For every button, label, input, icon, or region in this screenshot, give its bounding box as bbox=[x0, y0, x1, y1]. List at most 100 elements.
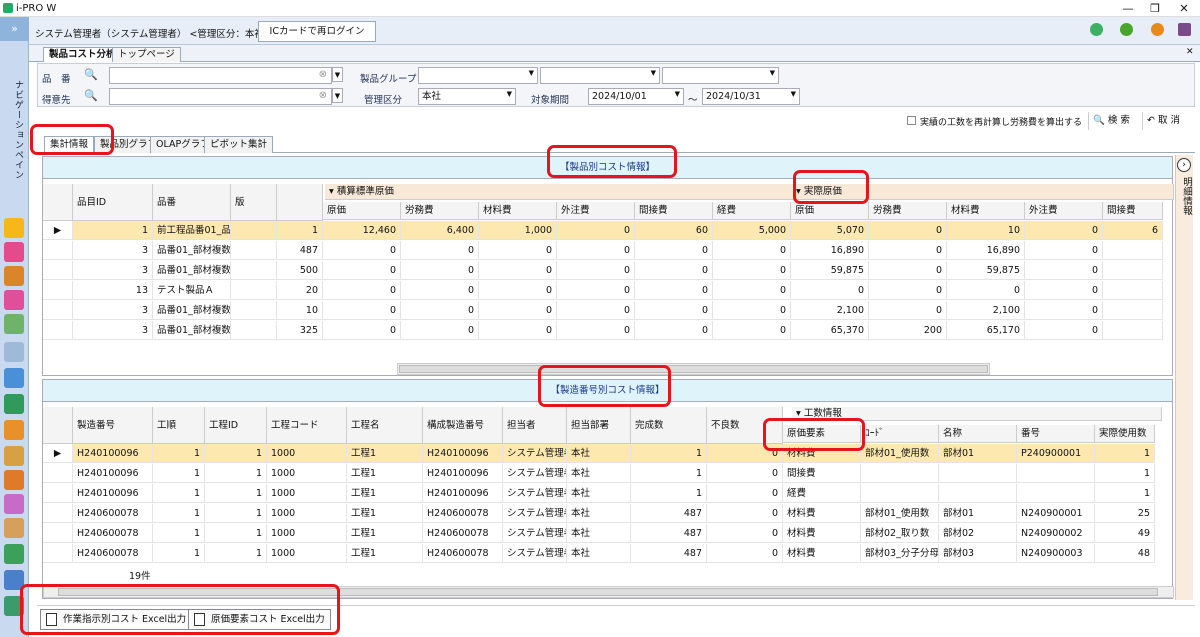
table-cell[interactable]: 0 bbox=[323, 321, 401, 340]
product-group-select-2[interactable]: ▼ bbox=[540, 67, 660, 84]
recalc-checkbox[interactable] bbox=[907, 116, 916, 125]
table-cell[interactable]: H240100096 bbox=[423, 464, 503, 483]
table-cell[interactable]: H240100096 bbox=[73, 484, 153, 503]
table-cell[interactable]: 0 bbox=[707, 544, 783, 563]
table-cell[interactable]: 0 bbox=[323, 241, 401, 260]
column-header[interactable]: 労務費 bbox=[401, 202, 479, 220]
info-icon[interactable] bbox=[1151, 23, 1164, 36]
table-cell[interactable]: 1000 bbox=[267, 524, 347, 543]
table-cell[interactable]: 0 bbox=[401, 261, 479, 280]
table-cell[interactable]: 部材01_使用数 bbox=[861, 504, 939, 523]
table-cell[interactable]: 20 bbox=[277, 281, 323, 300]
table-cell[interactable]: 65,370 bbox=[791, 321, 869, 340]
tab-pivot[interactable]: ピボット集計 bbox=[204, 136, 274, 153]
table-cell[interactable]: 0 bbox=[713, 261, 791, 280]
row-indicator[interactable] bbox=[43, 544, 73, 563]
row-indicator[interactable]: ▶ bbox=[43, 221, 73, 240]
table-cell[interactable]: 6,400 bbox=[401, 221, 479, 240]
column-header[interactable]: 製造番号 bbox=[73, 407, 153, 444]
table-cell[interactable]: 0 bbox=[707, 464, 783, 483]
table-cell[interactable] bbox=[1103, 301, 1163, 320]
home-icon[interactable] bbox=[4, 394, 24, 414]
clear-icon[interactable]: ⊗ bbox=[319, 69, 327, 80]
table-cell[interactable]: H240600078 bbox=[73, 524, 153, 543]
table-cell[interactable]: 0 bbox=[869, 241, 947, 260]
table-cell[interactable]: 0 bbox=[713, 301, 791, 320]
table-cell[interactable]: 1 bbox=[631, 484, 707, 503]
row-indicator[interactable] bbox=[43, 281, 73, 300]
table-cell[interactable]: 1 bbox=[205, 504, 267, 523]
table-cell[interactable]: 59,875 bbox=[947, 261, 1025, 280]
column-header[interactable]: 外注費 bbox=[1025, 202, 1103, 220]
row-indicator[interactable] bbox=[43, 301, 73, 320]
table-cell[interactable]: 1000 bbox=[267, 484, 347, 503]
table-cell[interactable]: 工程1 bbox=[347, 504, 423, 523]
box-icon[interactable] bbox=[4, 470, 24, 490]
table-cell[interactable]: 1 bbox=[153, 484, 205, 503]
table-cell[interactable]: 0 bbox=[635, 301, 713, 320]
table-cell[interactable]: 材料費 bbox=[783, 544, 861, 563]
serial-cost-grid[interactable]: ▾ 工数情報 製造番号 工順 工程ID 工程コード 工程名 構成製造番号 担当者 担当部署 完成… bbox=[43, 402, 1174, 582]
table-cell[interactable]: 0 bbox=[401, 321, 479, 340]
table-cell[interactable]: H240100096 bbox=[423, 444, 503, 463]
product-cost-grid[interactable]: ▾ 積算標準原価 ▾ 実際原価 品目ID 品番版原価 労務費 材料費 外注費 間接費 経費原… bbox=[43, 179, 1174, 359]
table-cell[interactable]: 1 bbox=[153, 524, 205, 543]
table-cell[interactable]: 487 bbox=[631, 524, 707, 543]
package-check-icon[interactable] bbox=[4, 518, 24, 538]
table-cell[interactable]: システム管理者 bbox=[503, 464, 567, 483]
column-header[interactable]: 品番 bbox=[153, 184, 231, 221]
table-cell[interactable]: H240600078 bbox=[423, 504, 503, 523]
column-header[interactable]: 経費 bbox=[713, 202, 791, 220]
close-button[interactable]: ✕ bbox=[1174, 1, 1194, 16]
nav-expand-button[interactable]: » bbox=[0, 17, 29, 41]
table-cell[interactable]: 経費 bbox=[783, 484, 861, 503]
transfer-icon[interactable] bbox=[4, 314, 24, 334]
column-header[interactable]: 材料費 bbox=[947, 202, 1025, 220]
table-cell[interactable]: N240900003 bbox=[1017, 544, 1095, 563]
maximize-button[interactable]: ❐ bbox=[1145, 1, 1165, 16]
horizontal-scrollbar[interactable] bbox=[397, 363, 990, 375]
table-cell[interactable]: 工程1 bbox=[347, 544, 423, 563]
table-cell[interactable]: 487 bbox=[631, 544, 707, 563]
table-cell[interactable]: 0 bbox=[791, 281, 869, 300]
molecule-icon[interactable] bbox=[4, 494, 24, 514]
table-cell[interactable]: 2,100 bbox=[947, 301, 1025, 320]
table-cell[interactable]: 0 bbox=[1025, 321, 1103, 340]
table-cell[interactable]: システム管理者 bbox=[503, 484, 567, 503]
table-cell[interactable]: 10 bbox=[277, 301, 323, 320]
table-cell[interactable]: 部材03 bbox=[939, 544, 1017, 563]
customer-dropdown-arrow[interactable]: ▼ bbox=[332, 88, 343, 103]
table-cell[interactable]: 0 bbox=[479, 301, 557, 320]
table-cell[interactable]: 0 bbox=[1025, 261, 1103, 280]
table-cell[interactable]: 0 bbox=[635, 321, 713, 340]
select-all-header[interactable] bbox=[43, 184, 73, 221]
table-cell[interactable]: 5,000 bbox=[713, 221, 791, 240]
row-indicator[interactable] bbox=[43, 261, 73, 280]
table-cell[interactable]: 1 bbox=[1095, 444, 1155, 463]
coins-icon[interactable] bbox=[4, 446, 24, 466]
table-cell[interactable]: 0 bbox=[557, 241, 635, 260]
column-header[interactable]: 番号 bbox=[1017, 425, 1095, 443]
table-cell[interactable]: 6 bbox=[1103, 221, 1163, 240]
table-cell[interactable]: N240900002 bbox=[1017, 524, 1095, 543]
row-indicator[interactable] bbox=[43, 504, 73, 523]
column-header[interactable]: 完成数 bbox=[631, 407, 707, 444]
table-cell[interactable]: 0 bbox=[869, 221, 947, 240]
table-cell[interactable] bbox=[231, 301, 277, 320]
table-cell[interactable]: 1 bbox=[73, 221, 153, 240]
table-cell[interactable]: H240600078 bbox=[73, 544, 153, 563]
table-cell[interactable] bbox=[231, 241, 277, 260]
table-cell[interactable]: 0 bbox=[479, 261, 557, 280]
cart-icon[interactable] bbox=[4, 242, 24, 262]
table-cell[interactable]: 部材01 bbox=[939, 504, 1017, 523]
favorite-star-icon[interactable] bbox=[4, 218, 24, 238]
table-cell[interactable]: 1 bbox=[1095, 464, 1155, 483]
table-cell[interactable]: 1 bbox=[153, 444, 205, 463]
column-header[interactable]: 実際使用数 bbox=[1095, 425, 1155, 443]
customer-search-icon[interactable]: 🔍 bbox=[84, 89, 98, 102]
table-cell[interactable]: 12,460 bbox=[323, 221, 401, 240]
table-cell[interactable]: 59,875 bbox=[791, 261, 869, 280]
table-cell[interactable]: 1 bbox=[1095, 484, 1155, 503]
table-cell[interactable]: 1 bbox=[631, 464, 707, 483]
table-cell[interactable]: 1 bbox=[205, 444, 267, 463]
